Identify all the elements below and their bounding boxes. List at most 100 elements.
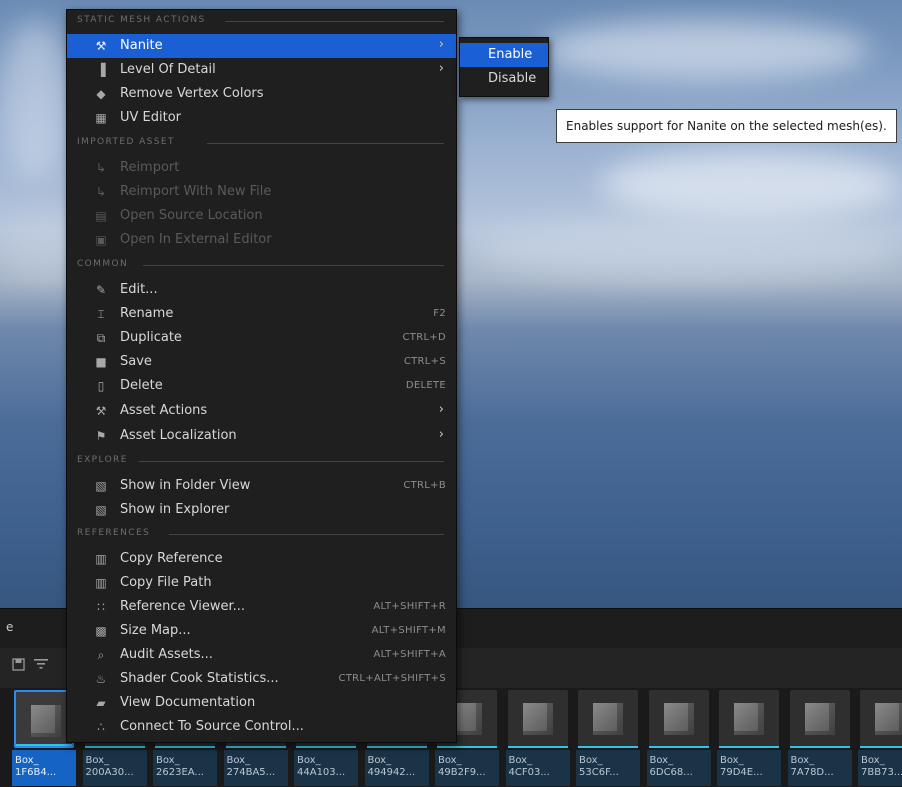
asset-name[interactable]: Box_ 7BB73...: [858, 750, 902, 786]
asset-name[interactable]: Box_ 53C6F...: [576, 750, 640, 786]
asset-name[interactable]: Box_ 44A103...: [294, 750, 358, 786]
menu-item-delete[interactable]: ▯ Delete DELETE: [67, 374, 456, 398]
asset-name-line: 44A103...: [297, 767, 346, 778]
asset-type-bar: [860, 746, 902, 748]
menu-item-label: Open In External Editor: [120, 232, 272, 247]
section-divider: [143, 265, 444, 266]
asset-name-line: Box_: [861, 755, 885, 766]
menu-item-label: Nanite: [120, 38, 163, 53]
asset-name[interactable]: Box_ 274BA5...: [223, 750, 288, 786]
menu-item-shader-cook-statistics[interactable]: ♨ Shader Cook Statistics... CTRL+ALT+SHIFT…: [67, 667, 456, 691]
menu-item-uv-editor[interactable]: ▦ UV Editor: [67, 106, 456, 130]
asset-name[interactable]: Box_ 1F6B4...: [12, 750, 76, 786]
asset-name[interactable]: Box_ 4CF03...: [505, 750, 570, 786]
asset-type-bar: [719, 746, 779, 748]
tooltip: Enables support for Nanite on the select…: [556, 109, 897, 143]
section-divider: [225, 21, 444, 22]
static-mesh-cube-icon: [663, 703, 694, 735]
asset-name-line: Box_: [156, 755, 180, 766]
filter-icon[interactable]: [34, 658, 48, 674]
content-browser-title-fragment: e: [6, 620, 14, 634]
menu-item-size-map[interactable]: ▩ Size Map... ALT+SHIFT+M: [67, 619, 456, 643]
asset-name-line: Box_: [297, 755, 321, 766]
asset-type-bar: [296, 746, 356, 748]
external-editor-icon: ▣: [95, 233, 107, 247]
submenu-item-disable[interactable]: Disable: [460, 67, 548, 91]
menu-item-label: Size Map...: [120, 623, 191, 638]
asset-thumbnail[interactable]: [14, 690, 74, 748]
menu-item-view-documentation[interactable]: ▰ View Documentation: [67, 691, 456, 715]
asset-thumbnail[interactable]: [507, 690, 568, 748]
asset-name[interactable]: Box_ 7A78D...: [787, 750, 852, 786]
asset-type-bar: [648, 746, 709, 748]
asset-name-line: 274BA5...: [226, 767, 276, 778]
folder-search-icon: ▧: [95, 479, 107, 493]
section-title: EXPLORE: [77, 455, 128, 465]
asset-thumbnail[interactable]: [789, 690, 850, 748]
asset-name-line: Box_: [85, 755, 110, 766]
asset-type-bar: [155, 746, 215, 748]
menu-item-asset-actions[interactable]: ⚒ Asset Actions ›: [67, 399, 456, 423]
asset-name-line: Box_: [579, 755, 603, 766]
asset-name[interactable]: Box_ 6DC68...: [646, 750, 711, 786]
asset-thumbnail[interactable]: [719, 690, 779, 748]
reimport-new-icon: ↳: [95, 185, 107, 199]
menu-item-label: Reimport: [120, 160, 180, 175]
menu-item-edit[interactable]: ✎ Edit...: [67, 278, 456, 302]
asset-thumbnail[interactable]: [860, 690, 902, 748]
reimport-icon: ↳: [95, 161, 107, 175]
menu-item-duplicate[interactable]: ⧉ Duplicate CTRL+D: [67, 326, 456, 350]
submenu-item-label: Disable: [488, 71, 537, 86]
shortcut-label: DELETE: [405, 380, 446, 391]
menu-item-label: Level Of Detail: [120, 62, 216, 77]
menu-item-label: Show in Folder View: [120, 478, 251, 493]
asset-name-line: 2623EA...: [156, 767, 204, 778]
menu-item-open-source-location: ▤ Open Source Location: [67, 204, 456, 228]
menu-item-copy-reference[interactable]: ▥ Copy Reference: [67, 547, 456, 571]
flag-icon: ⚑: [95, 429, 107, 443]
menu-item-label: Reimport With New File: [120, 184, 272, 199]
context-menu: STATIC MESH ACTIONS IMPORTED ASSET COMMO…: [66, 9, 457, 743]
menu-item-asset-localization[interactable]: ⚑ Asset Localization ›: [67, 424, 456, 448]
asset-name-line: Box_: [226, 755, 251, 766]
section-static-mesh-actions: STATIC MESH ACTIONS: [67, 12, 456, 32]
folder-icon: ▤: [95, 209, 107, 223]
menu-item-reference-viewer[interactable]: ∷ Reference Viewer... ALT+SHIFT+R: [67, 595, 456, 619]
menu-item-copy-file-path[interactable]: ▥ Copy File Path: [67, 571, 456, 595]
menu-item-save[interactable]: ■ Save CTRL+S: [67, 350, 456, 374]
asset-name[interactable]: Box_ 494942...: [364, 750, 429, 786]
section-references: REFERENCES: [67, 525, 456, 545]
menu-item-label: Shader Cook Statistics...: [120, 671, 279, 686]
menu-item-label: Duplicate: [120, 330, 182, 345]
asset-thumbnail[interactable]: [648, 690, 709, 748]
menu-item-label: View Documentation: [120, 695, 256, 710]
asset-type-bar: [84, 746, 145, 748]
copy-reference-icon: ▥: [95, 552, 107, 566]
asset-name[interactable]: Box_ 200A30...: [82, 750, 147, 786]
section-imported-asset: IMPORTED ASSET: [67, 134, 456, 154]
menu-item-show-in-folder-view[interactable]: ▧ Show in Folder View CTRL+B: [67, 474, 456, 498]
asset-name[interactable]: Box_ 2623EA...: [153, 750, 217, 786]
menu-item-label: Copy Reference: [120, 551, 223, 566]
menu-item-label: Remove Vertex Colors: [120, 86, 264, 101]
menu-item-show-in-explorer[interactable]: ▧ Show in Explorer: [67, 498, 456, 522]
asset-name-line: Box_: [720, 755, 744, 766]
asset-name-line: Box_: [790, 755, 815, 766]
menu-item-audit-assets[interactable]: ⌕ Audit Assets... ALT+SHIFT+A: [67, 643, 456, 667]
menu-item-remove-vertex-colors[interactable]: ◆ Remove Vertex Colors: [67, 82, 456, 106]
section-title: STATIC MESH ACTIONS: [77, 15, 206, 25]
static-mesh-cube-icon: [593, 703, 623, 735]
asset-name-line: Box_: [508, 755, 533, 766]
asset-name[interactable]: Box_ 79D4E...: [717, 750, 781, 786]
menu-item-reimport: ↳ Reimport: [67, 156, 456, 180]
menu-item-connect-to-source-control[interactable]: ∴ Connect To Source Control...: [67, 715, 456, 739]
save-all-icon[interactable]: [12, 658, 25, 675]
wrench-icon: ⚒: [95, 404, 107, 418]
menu-item-nanite[interactable]: ⚒ Nanite ›: [67, 34, 456, 58]
submenu-item-enable[interactable]: Enable: [460, 43, 548, 67]
menu-item-level-of-detail[interactable]: ▐ Level Of Detail ›: [67, 58, 456, 82]
asset-name-line: Box_: [438, 755, 462, 766]
asset-thumbnail[interactable]: [578, 690, 638, 748]
menu-item-rename[interactable]: ⌶ Rename F2: [67, 302, 456, 326]
asset-name[interactable]: Box_ 49B2F9...: [435, 750, 499, 786]
